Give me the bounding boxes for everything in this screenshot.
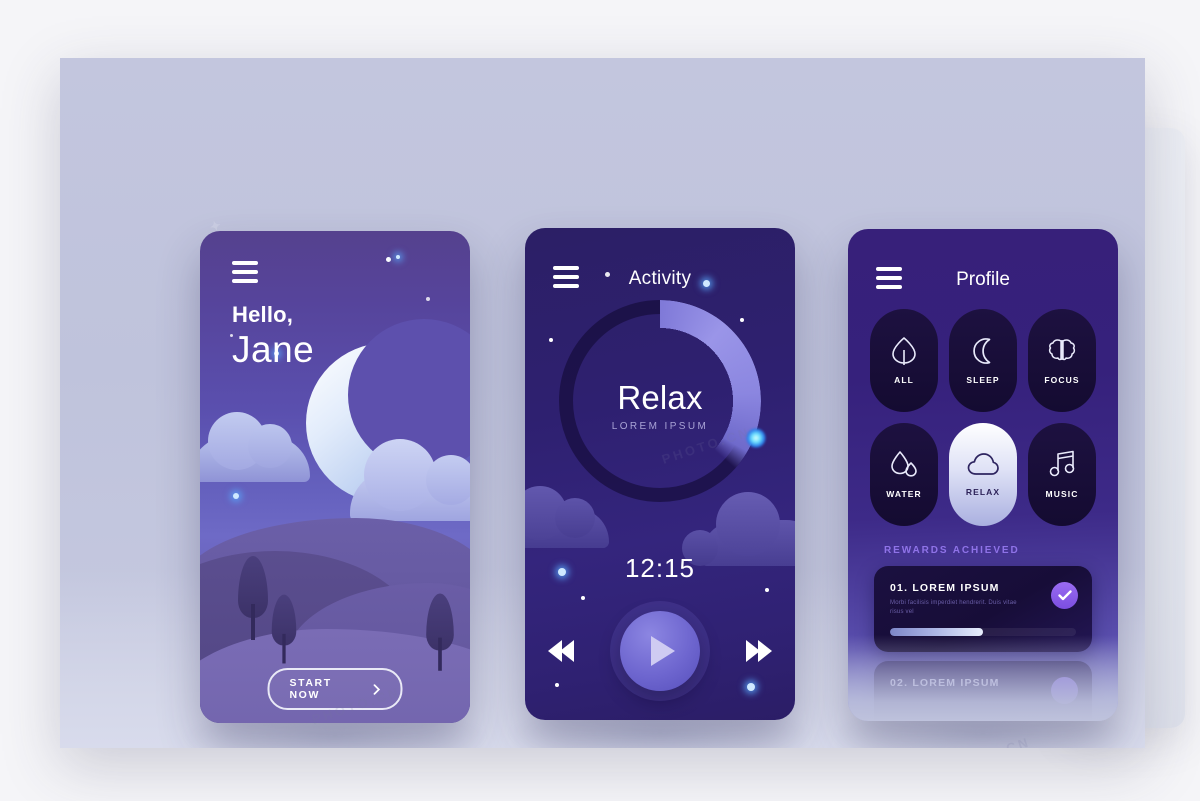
start-now-label: START NOW <box>289 677 332 701</box>
category-label: ALL <box>894 375 914 385</box>
category-label: MUSIC <box>1045 489 1079 499</box>
category-label: FOCUS <box>1044 375 1080 385</box>
play-button[interactable] <box>620 611 700 691</box>
star <box>549 338 553 342</box>
session-title: Relax <box>617 379 703 416</box>
rewards-heading: REWARDS ACHIEVED <box>884 545 1020 556</box>
category-tile-music[interactable]: MUSIC <box>1028 423 1096 526</box>
water-drop-icon <box>891 451 917 477</box>
profile-screen: Profile ALL SLEEP FOCUS WATER RELAX MUSI… <box>848 229 1118 721</box>
category-tile-sleep[interactable]: SLEEP <box>949 309 1017 412</box>
category-label: SLEEP <box>966 375 1000 385</box>
category-label: WATER <box>886 489 922 499</box>
brain-icon <box>1048 339 1076 361</box>
reward-completed-badge <box>1051 582 1078 609</box>
page-title: Activity <box>628 268 692 289</box>
moon-icon <box>973 338 991 364</box>
music-note-icon <box>1049 450 1074 477</box>
cloud-icon <box>967 453 999 475</box>
star <box>233 493 239 499</box>
category-label: RELAX <box>965 487 1001 497</box>
page-title: Profile <box>956 269 1010 290</box>
tree-shape <box>238 556 268 640</box>
reward-title: 01. LOREM IPSUM <box>890 582 1000 594</box>
category-tile-grid: ALL SLEEP FOCUS WATER RELAX MUSIC <box>870 309 1096 526</box>
tree-shape <box>271 594 297 664</box>
start-now-button[interactable]: START NOW <box>267 668 403 710</box>
category-tile-all[interactable]: ALL <box>870 309 938 412</box>
cloud-shape <box>350 439 470 521</box>
star <box>765 588 769 592</box>
reward-description: Morbi facilisis imperdiet hendrerit. Dui… <box>890 600 1017 615</box>
player-controls <box>525 605 795 697</box>
greeting-line-2: Jane <box>232 329 315 370</box>
greeting-line-1: Hello, <box>232 302 294 327</box>
leaf-icon <box>892 337 916 365</box>
mockup-panel: Hello, Jane START NOW Activity Relax LOR… <box>60 58 1145 748</box>
rewind-button[interactable] <box>548 640 574 662</box>
hamburger-menu-icon[interactable] <box>232 261 258 283</box>
check-icon <box>1057 590 1072 601</box>
category-tile-water[interactable]: WATER <box>870 423 938 526</box>
cloud-shape <box>200 412 310 482</box>
category-tile-focus[interactable]: FOCUS <box>1028 309 1096 412</box>
timer-display: 12:15 <box>624 553 696 583</box>
fast-forward-button[interactable] <box>746 640 772 662</box>
star <box>426 297 430 301</box>
star <box>581 596 585 600</box>
star <box>386 257 391 262</box>
home-screen: Hello, Jane START NOW <box>200 231 470 723</box>
screenshot-canvas: Hello, Jane START NOW Activity Relax LOR… <box>0 0 1200 801</box>
play-icon <box>651 636 675 666</box>
category-tile-relax[interactable]: RELAX <box>949 423 1017 526</box>
bottom-fade-overlay <box>848 635 1118 721</box>
chevron-right-icon <box>373 683 381 695</box>
activity-screen: Activity Relax LOREM IPSUM 12:15 <box>525 228 795 720</box>
tree-shape <box>426 593 454 671</box>
star <box>396 255 400 259</box>
session-subtitle: LOREM IPSUM <box>611 421 709 432</box>
